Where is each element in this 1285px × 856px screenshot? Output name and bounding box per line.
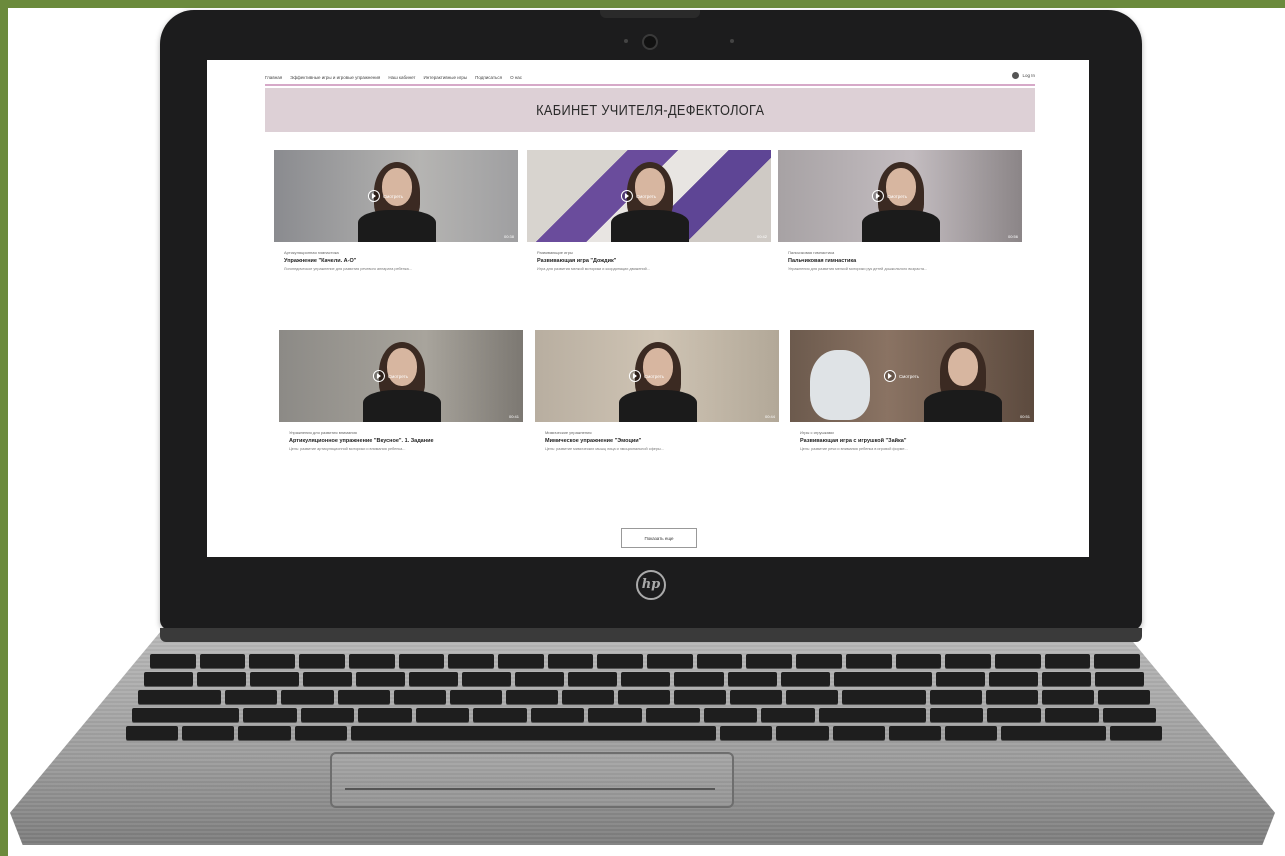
key-row: [138, 690, 1151, 704]
sensor-dot: [730, 39, 734, 43]
card-category: Пальчиковая гимнастика: [788, 250, 835, 255]
play-icon: [620, 190, 633, 202]
nav-item[interactable]: Эффективные игры и игровые упражнения: [290, 75, 380, 80]
card-title[interactable]: Развивающая игра "Дождик": [537, 258, 771, 264]
presenter-figure: [359, 342, 445, 422]
play-button[interactable]: Смотреть: [367, 190, 404, 202]
card-title[interactable]: Пальчиковая гимнастика: [788, 258, 1022, 264]
sensor-dot: [624, 39, 628, 43]
load-more-button[interactable]: Показать еще: [621, 528, 697, 548]
frame-left-border: [0, 0, 8, 856]
card-description: Игра для развития мелкой моторики и коор…: [537, 267, 650, 271]
play-icon: [628, 370, 641, 382]
video-card[interactable]: Смотреть 00:56 Пальчиковая гимнастика Па…: [778, 150, 1022, 272]
card-description: Цель: развитие артикуляционной моторики …: [289, 447, 406, 451]
card-category: Упражнения для развития внимания: [289, 430, 357, 435]
webcam-icon: [642, 34, 658, 50]
login-label: Log In: [1022, 73, 1035, 78]
card-title[interactable]: Упражнение "Качели. А-О": [284, 258, 518, 264]
video-card[interactable]: Смотреть 00:41 Упражнения для развития в…: [279, 330, 523, 452]
hp-logo: hp: [636, 570, 666, 600]
play-label: Смотреть: [898, 373, 920, 379]
toy-bunny: [810, 350, 870, 420]
play-label: Смотреть: [886, 193, 908, 199]
login-link[interactable]: Log In: [1012, 72, 1035, 79]
presenter-figure: [607, 162, 693, 242]
video-card[interactable]: Смотреть 00:44 Мимические упражнения Мим…: [535, 330, 779, 452]
video-thumbnail[interactable]: Смотреть 00:51: [790, 330, 1034, 422]
play-button[interactable]: Смотреть: [372, 370, 409, 382]
laptop-screen: Главная Эффективные игры и игровые упраж…: [207, 60, 1089, 557]
card-category: Игры с игрушками: [800, 430, 834, 435]
key-row: [144, 672, 1144, 686]
presenter-figure: [920, 342, 1006, 422]
play-label: Смотреть: [635, 193, 657, 199]
video-duration: 00:38: [503, 234, 514, 239]
presenter-figure: [858, 162, 944, 242]
card-title[interactable]: Развивающая игра с игрушкой "Зайка": [800, 438, 1034, 444]
video-card[interactable]: Смотреть 00:38 Артикуляционная гимнастик…: [274, 150, 518, 272]
play-label: Смотреть: [643, 373, 665, 379]
card-category: Развивающие игры: [537, 250, 573, 255]
card-title[interactable]: Мимическое упражнение "Эмоции": [545, 438, 779, 444]
card-description: Упражнения для развития мелкой моторики …: [788, 267, 928, 271]
key-row: [126, 726, 1162, 740]
card-category: Артикуляционная гимнастика: [284, 250, 339, 255]
play-icon: [372, 370, 385, 382]
play-button[interactable]: Смотреть: [883, 370, 920, 382]
play-icon: [367, 190, 380, 202]
video-thumbnail[interactable]: Смотреть 00:42: [527, 150, 771, 242]
card-title[interactable]: Артикуляционное упражнение "Вкусное". 1.…: [289, 438, 523, 444]
user-icon: [1012, 72, 1020, 79]
presenter-figure: [354, 162, 440, 242]
page-title: КАБИНЕТ УЧИТЕЛЯ-ДЕФЕКТОЛОГА: [535, 101, 765, 119]
key-row: [132, 708, 1157, 722]
nav-item[interactable]: О нас: [510, 75, 522, 80]
video-thumbnail[interactable]: Смотреть 00:41: [279, 330, 523, 422]
nav-item[interactable]: Главная: [265, 75, 282, 80]
video-duration: 00:51: [1019, 414, 1030, 419]
card-category: Мимические упражнения: [545, 430, 592, 435]
play-button[interactable]: Смотреть: [628, 370, 665, 382]
frame-top-border: [0, 0, 1285, 8]
card-description: Логопедическое упражнение для развития р…: [284, 267, 412, 271]
play-icon: [883, 370, 896, 382]
site-nav: Главная Эффективные игры и игровые упраж…: [265, 70, 1035, 86]
camera-bump: [600, 10, 700, 18]
play-label: Смотреть: [382, 193, 404, 199]
video-thumbnail[interactable]: Смотреть 00:38: [274, 150, 518, 242]
video-duration: 00:42: [756, 234, 767, 239]
presenter-figure: [615, 342, 701, 422]
laptop-hinge: [160, 628, 1142, 642]
card-description: Цель: развитие речи и внимания ребенка в…: [800, 447, 908, 451]
nav-item[interactable]: Интерактивные игры: [424, 75, 468, 80]
nav-item[interactable]: Подписаться: [475, 75, 502, 80]
touchpad-buttons[interactable]: [345, 788, 715, 802]
play-icon: [871, 190, 884, 202]
keyboard: [126, 650, 1162, 740]
key-row: [150, 654, 1141, 668]
nav-item[interactable]: Наш кабинет: [388, 75, 415, 80]
video-thumbnail[interactable]: Смотреть 00:44: [535, 330, 779, 422]
page-banner: КАБИНЕТ УЧИТЕЛЯ-ДЕФЕКТОЛОГА: [265, 88, 1035, 132]
card-description: Цель: развитие мимических мышц лица и эм…: [545, 447, 664, 451]
video-duration: 00:56: [1007, 234, 1018, 239]
play-button[interactable]: Смотреть: [871, 190, 908, 202]
video-duration: 00:44: [764, 414, 775, 419]
video-duration: 00:41: [508, 414, 519, 419]
video-thumbnail[interactable]: Смотреть 00:56: [778, 150, 1022, 242]
play-label: Смотреть: [387, 373, 409, 379]
video-card[interactable]: Смотреть 00:42 Развивающие игры Развиваю…: [527, 150, 771, 272]
play-button[interactable]: Смотреть: [620, 190, 657, 202]
video-card[interactable]: Смотреть 00:51 Игры с игрушками Развиваю…: [790, 330, 1034, 452]
